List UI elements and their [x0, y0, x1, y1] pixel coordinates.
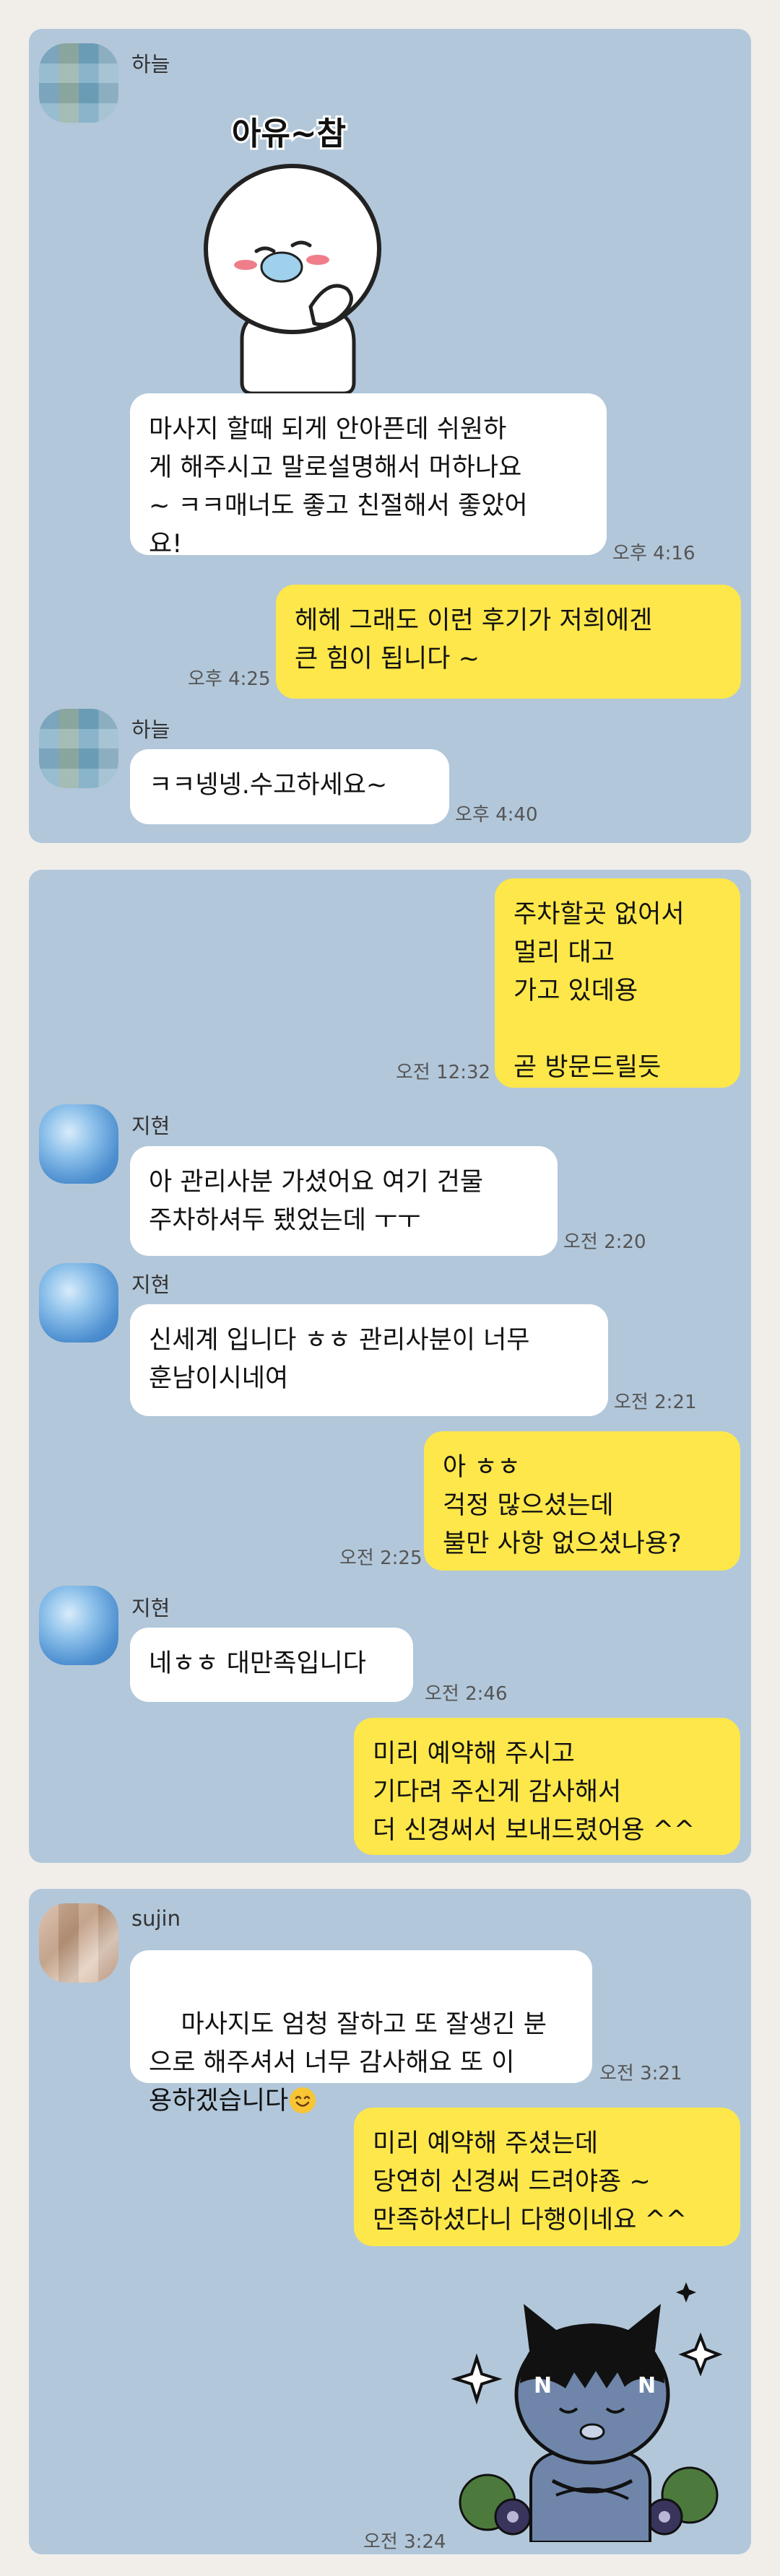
- avatar-haneul[interactable]: [39, 43, 118, 123]
- message-bubble[interactable]: ㅋㅋ넹넹.수고하세요~: [130, 749, 449, 824]
- message-time: 오후 4:25: [188, 668, 271, 690]
- avatar-jihyun[interactable]: [39, 1263, 118, 1342]
- message-time: 오전 2:21: [614, 1392, 697, 1413]
- avatar-haneul[interactable]: [39, 709, 118, 788]
- sender-name: 하늘: [131, 52, 170, 77]
- message-bubble[interactable]: 미리 예약해 주셨는데 당연히 신경써 드려야죵 ~ 만족하셨다니 다행이네요 …: [354, 2108, 740, 2246]
- message-bubble[interactable]: 마사지 할때 되게 안아픈데 쉬원하 게 해주시고 말로설명해서 머하나요 ~ …: [130, 393, 607, 559]
- sender-name: 지현: [131, 1272, 170, 1297]
- message-bubble[interactable]: 아 ㅎㅎ 걱정 많으셨는데 불만 사항 없으셨나용?: [424, 1431, 740, 1571]
- avatar-jihyun[interactable]: [39, 1104, 118, 1184]
- sender-name: 지현: [131, 1114, 170, 1138]
- sticker-ayu-cham[interactable]: 아유~참: [173, 94, 404, 397]
- chat-panel-1: 하늘 아유~참 마사지 할때 되게 안아픈데 쉬원하 게 해주시고 말로설명해서…: [29, 29, 751, 843]
- sender-name: 하늘: [131, 717, 170, 742]
- sticker-letter-n: N: [534, 2373, 552, 2398]
- message-bubble[interactable]: 네ㅎㅎ 대만족입니다: [130, 1628, 413, 1702]
- message-text: 마사지도 엄청 잘하고 또 잘생긴 분 으로 해주셔서 너무 감사해요 또 이 …: [149, 2010, 547, 2116]
- sender-name: sujin: [131, 1906, 181, 1931]
- message-bubble[interactable]: 주차할곳 없어서 멀리 대고 가고 있데용 곧 방문드릴듯: [495, 878, 740, 1088]
- sender-name: 지현: [131, 1596, 170, 1620]
- chat-panel-2: 주차할곳 없어서 멀리 대고 가고 있데용 곧 방문드릴듯 오전 12:32 지…: [29, 870, 751, 1863]
- smile-emoji-icon: [290, 2087, 316, 2113]
- message-bubble[interactable]: 마사지도 엄청 잘하고 또 잘생긴 분 으로 해주셔서 너무 감사해요 또 이 …: [130, 1950, 592, 2116]
- sticker-n-character[interactable]: N N: [444, 2264, 737, 2544]
- message-time: 오전 3:21: [599, 2063, 682, 2084]
- chat-panel-3: sujin 마사지도 엄청 잘하고 또 잘생긴 분 으로 해주셔서 너무 감사해…: [29, 1889, 751, 2554]
- message-bubble[interactable]: 아 관리사분 가셨어요 여기 건물 주차하셔두 됐었는데 ㅜㅜ: [130, 1146, 558, 1256]
- sticker-letter-n: N: [638, 2373, 656, 2398]
- avatar-jihyun[interactable]: [39, 1586, 118, 1665]
- message-bubble[interactable]: 신세계 입니다 ㅎㅎ 관리사분이 너무 훈남이시네여: [130, 1304, 608, 1416]
- message-bubble[interactable]: 미리 예약해 주시고 기다려 주신게 감사해서 더 신경써서 보내드렸어용 ^^: [354, 1718, 740, 1855]
- message-time: 오전 12:32: [396, 1062, 491, 1083]
- avatar-sujin[interactable]: [39, 1903, 118, 1983]
- sticker-caption: 아유~참: [232, 115, 346, 152]
- message-time: 오전 2:25: [339, 1547, 422, 1569]
- sticker-character-icon: N N: [451, 2282, 723, 2544]
- message-bubble[interactable]: 헤헤 그래도 이런 후기가 저희에겐 큰 힘이 됩니다 ~: [276, 585, 741, 699]
- sticker-character-icon: 아유~참: [204, 113, 381, 396]
- message-time: 오후 4:40: [455, 804, 538, 826]
- message-time: 오후 4:16: [612, 543, 696, 564]
- message-time: 오전 2:20: [563, 1231, 646, 1253]
- message-time: 오전 2:46: [425, 1683, 508, 1705]
- message-time: 오전 3:24: [363, 2531, 446, 2553]
